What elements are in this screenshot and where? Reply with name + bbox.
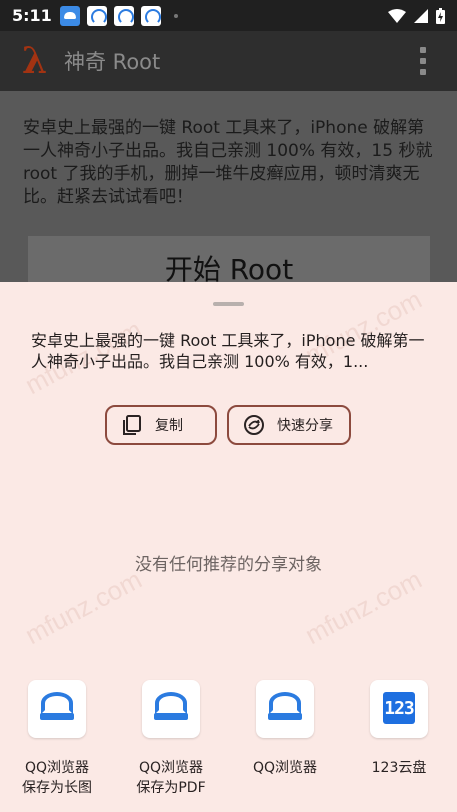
app-bar: λ 神奇 Root: [0, 31, 457, 91]
123-cloud-logo: 123: [383, 692, 415, 724]
qq-browser-icon: [256, 680, 314, 738]
123-cloud-icon: 123: [370, 680, 428, 738]
share-target-label: QQ浏览器 保存为长图: [22, 760, 92, 796]
more-notifications-icon: [173, 13, 178, 18]
watermark: mfunz.com: [300, 563, 427, 651]
app-notification-icon: [86, 5, 107, 26]
share-target-qq-pdf[interactable]: QQ浏览器 保存为PDF: [114, 680, 228, 798]
drag-handle[interactable]: [213, 302, 244, 306]
share-target-qq-browser[interactable]: QQ浏览器: [228, 680, 342, 778]
copy-icon: [121, 414, 143, 436]
watermark: mfunz.com: [20, 563, 147, 651]
overflow-menu-icon[interactable]: [419, 47, 427, 75]
main-content: 安卓史上最强的一键 Root 工具来了，iPhone 破解第一人神奇小子出品。我…: [0, 91, 457, 296]
description-text: 安卓史上最强的一键 Root 工具来了，iPhone 破解第一人神奇小子出品。我…: [23, 118, 433, 207]
app-notification-icon: [113, 5, 134, 26]
app-logo-icon: λ: [22, 40, 48, 82]
battery-icon: [436, 7, 445, 24]
share-target-123-cloud[interactable]: 123 123云盘: [342, 680, 456, 778]
wifi-icon: [388, 8, 406, 23]
status-indicators: [388, 7, 445, 24]
empty-recommendations-message: 没有任何推荐的分享对象: [135, 555, 322, 575]
copy-label: 复制: [155, 418, 183, 434]
status-time: 5:11: [12, 6, 52, 25]
quick-share-icon: [243, 414, 265, 436]
app-notification-icon: [140, 5, 161, 26]
status-bar: 5:11: [0, 0, 457, 31]
share-target-label: QQ浏览器: [252, 760, 318, 776]
share-target-label: 123云盘: [371, 760, 427, 776]
copy-button[interactable]: 复制: [105, 405, 217, 445]
qq-browser-icon: [142, 680, 200, 738]
qq-browser-icon: [28, 680, 86, 738]
bird-notification-icon: [59, 5, 80, 26]
quick-share-button[interactable]: 快速分享: [227, 405, 351, 445]
app-title: 神奇 Root: [64, 50, 161, 74]
signal-icon: [414, 8, 428, 23]
quick-share-label: 快速分享: [277, 418, 333, 434]
share-target-qq-long-image[interactable]: QQ浏览器 保存为长图: [0, 680, 114, 798]
share-target-label: QQ浏览器 保存为PDF: [136, 760, 206, 796]
share-sheet: mfunz.com mfunz.com mfunz.com mfunz.com …: [0, 282, 457, 812]
share-preview-text: 安卓史上最强的一键 Root 工具来了，iPhone 破解第一人神奇小子出品。我…: [31, 331, 425, 371]
